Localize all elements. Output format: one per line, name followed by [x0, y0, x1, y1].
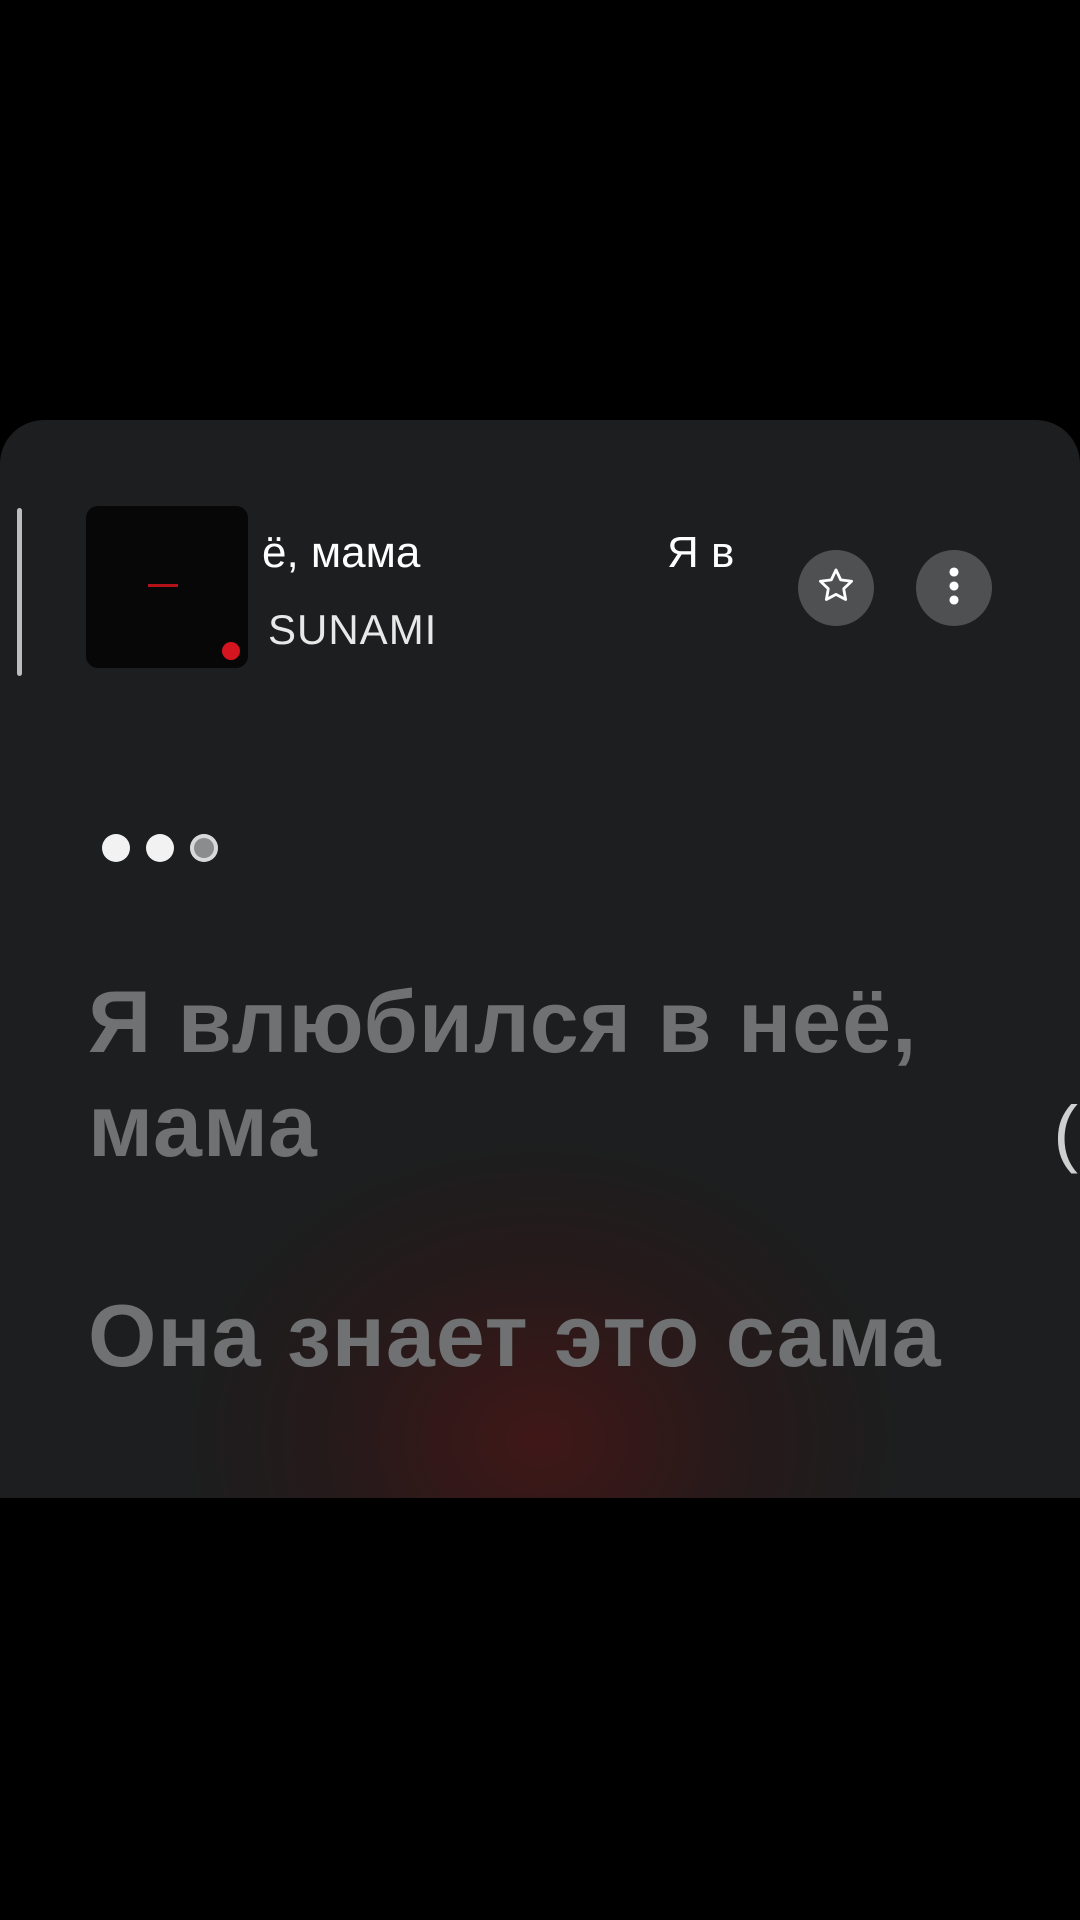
screen: ( ё, мама Я в SUNAMI Я влюбился в неё, м… — [0, 0, 1080, 1920]
instrumental-progress-dots — [102, 834, 218, 862]
sheet-scroll-handle[interactable] — [17, 508, 22, 676]
lyrics-sheet: ( ё, мама Я в SUNAMI Я влюбился в неё, м… — [0, 420, 1080, 1498]
star-icon — [815, 565, 857, 612]
progress-dot — [190, 834, 218, 862]
vertical-ellipsis-icon — [946, 565, 962, 612]
cover-logo-mark — [148, 584, 178, 587]
track-title-text: ё, мама — [262, 528, 421, 577]
favorite-button[interactable] — [798, 550, 874, 626]
artist-name[interactable]: SUNAMI — [268, 606, 437, 654]
cover-badge-icon — [222, 642, 240, 660]
edge-bracket-icon: ( — [1053, 1091, 1078, 1174]
album-cover[interactable] — [86, 506, 248, 668]
lyric-line[interactable]: Я влюбился в неё, мама — [88, 970, 988, 1178]
progress-dot — [102, 834, 130, 862]
more-options-button[interactable] — [916, 550, 992, 626]
track-title-repeat: Я в — [667, 528, 735, 577]
progress-dot — [146, 834, 174, 862]
lyric-line[interactable]: Она знает это сама — [88, 1284, 988, 1388]
lyrics-list: Я влюбился в неё, мама Она знает это сам… — [88, 970, 988, 1498]
track-title-marquee: ё, мама Я в — [262, 528, 772, 578]
